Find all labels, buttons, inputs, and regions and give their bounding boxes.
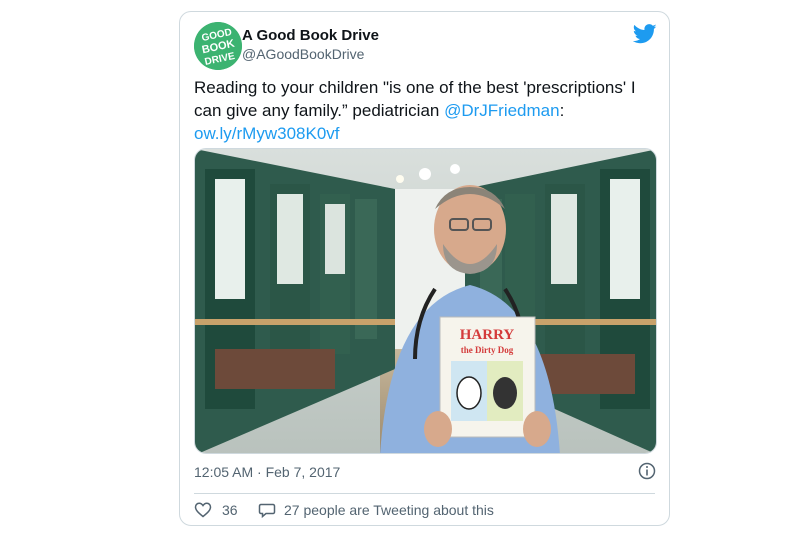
mention-link[interactable]: @DrJFriedman [444,101,560,120]
info-icon[interactable] [638,462,656,480]
book-title-line2: the Dirty Dog [461,345,514,355]
short-url-link[interactable]: ow.ly/rMyw308K0vf [194,124,340,143]
speech-bubble-icon [258,503,276,519]
like-button[interactable]: 36 [194,500,238,520]
tweet-photo[interactable]: HARRY the Dirty Dog [194,148,657,454]
avatar[interactable]: GOOD BOOK DRIVE [194,22,242,70]
book-title-line1: HARRY [460,327,515,343]
tweet-text-part2: : [559,101,565,120]
like-count: 36 [222,502,238,518]
tweet-text: Reading to your children "is one of the … [194,76,654,145]
tweet-text-part1: Reading to your children "is one of the … [194,78,636,120]
heart-icon [194,502,212,518]
twitter-bird-icon[interactable] [633,24,657,44]
account-handle[interactable]: @AGoodBookDrive [242,46,364,62]
tweeting-about-text: 27 people are Tweeting about this [284,502,494,518]
avatar-logo: GOOD BOOK DRIVE [194,22,242,70]
tweeting-about-link[interactable]: 27 people are Tweeting about this [258,500,494,520]
photo-doctor-with-book: HARRY the Dirty Dog [195,149,656,453]
tweet-timestamp[interactable]: 12:05 AM · Feb 7, 2017 [194,464,340,480]
account-name[interactable]: A Good Book Drive [242,27,379,44]
divider [194,493,655,494]
tweet-card[interactable]: GOOD BOOK DRIVE A Good Book Drive @AGood… [179,11,670,526]
